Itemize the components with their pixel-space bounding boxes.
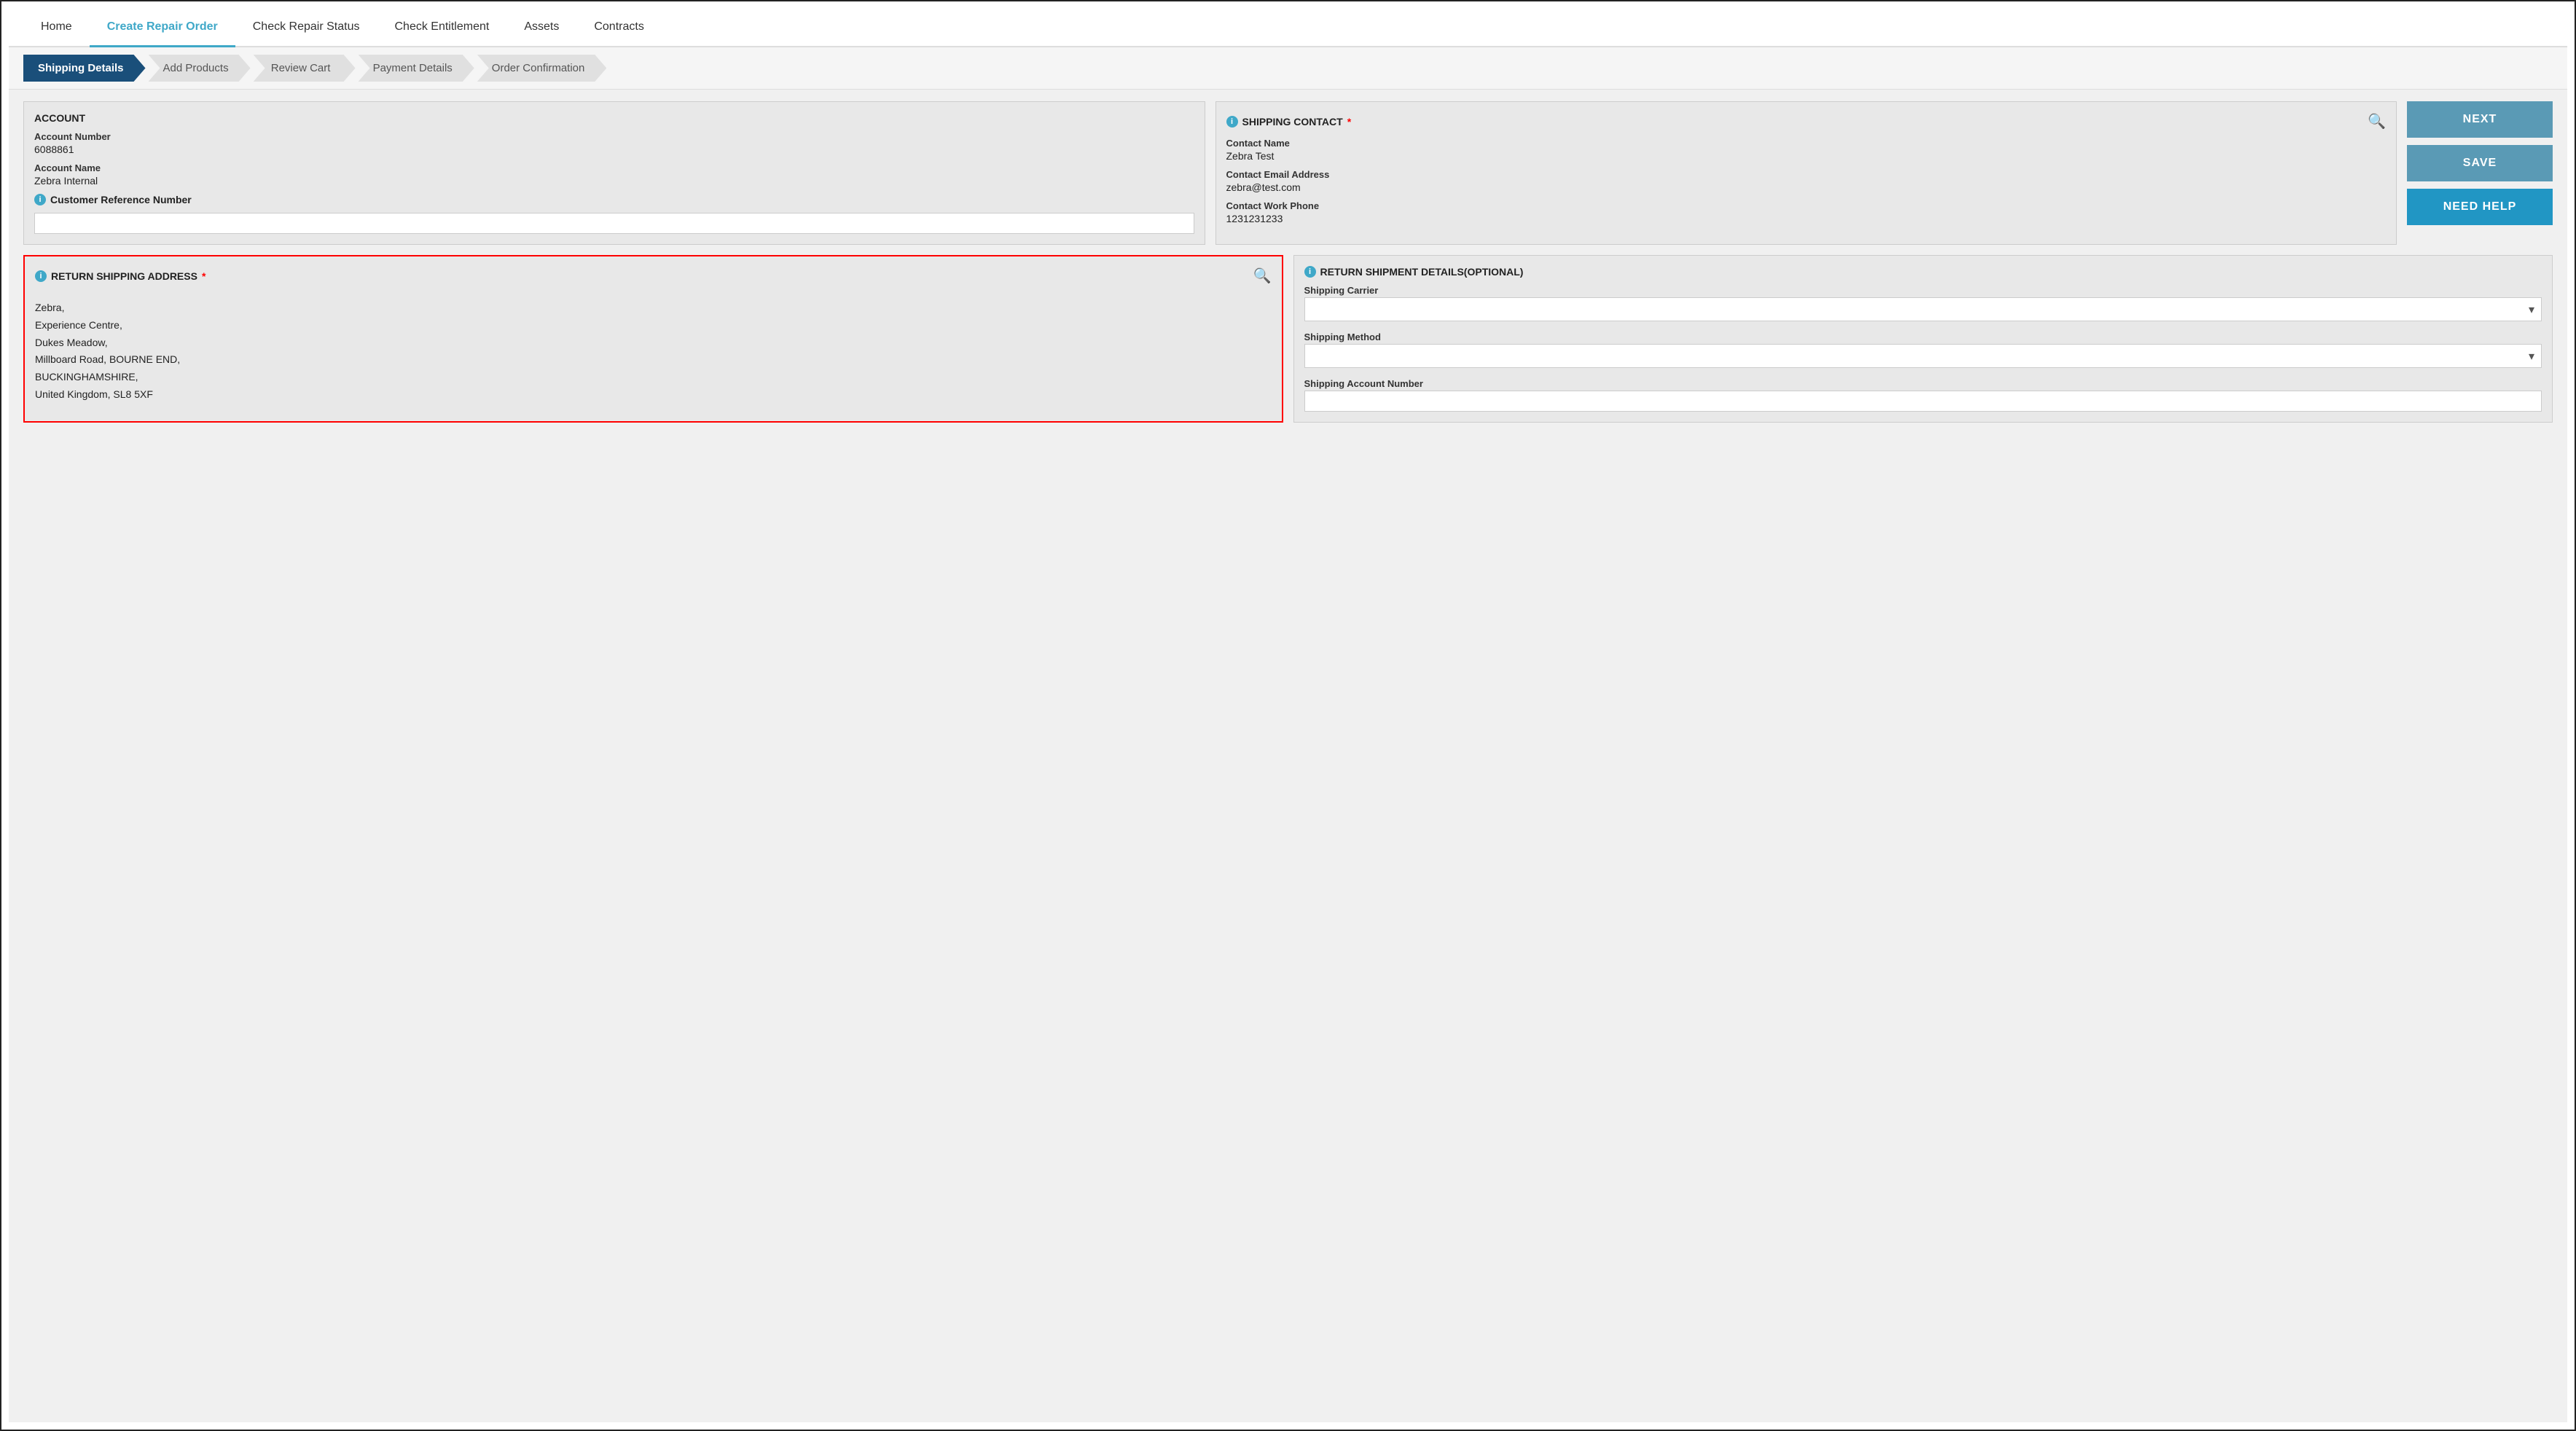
step-shipping-details[interactable]: Shipping Details xyxy=(23,55,146,82)
return-address-required: * xyxy=(202,270,205,282)
account-section-title: ACCOUNT xyxy=(34,112,1194,124)
shipping-carrier-select-wrap xyxy=(1304,297,2542,321)
nav-create-repair-order[interactable]: Create Repair Order xyxy=(90,9,235,47)
shipping-method-select-wrap xyxy=(1304,344,2542,368)
step-payment-details[interactable]: Payment Details xyxy=(359,55,474,82)
step-order-confirmation[interactable]: Order Confirmation xyxy=(477,55,607,82)
return-shipping-address-card: i RETURN SHIPPING ADDRESS * 🔍 Zebra, Exp… xyxy=(23,255,1283,423)
bottom-row: i RETURN SHIPPING ADDRESS * 🔍 Zebra, Exp… xyxy=(23,255,2553,423)
save-button[interactable]: SAVE xyxy=(2407,145,2553,181)
nav-assets[interactable]: Assets xyxy=(506,9,576,47)
return-shipment-info-icon: i xyxy=(1304,266,1316,278)
shipping-carrier-label: Shipping Carrier xyxy=(1304,285,2542,296)
shipping-contact-info-icon: i xyxy=(1226,116,1238,128)
return-shipment-title: i RETURN SHIPMENT DETAILS(OPTIONAL) xyxy=(1304,266,2542,278)
need-help-button[interactable]: NEED HELP xyxy=(2407,189,2553,225)
shipping-account-number-label: Shipping Account Number xyxy=(1304,378,2542,389)
return-address-info-icon: i xyxy=(35,270,47,282)
shipping-contact-search-icon[interactable]: 🔍 xyxy=(2368,112,2386,130)
contact-name-label: Contact Name xyxy=(1226,138,2387,149)
contact-phone-label: Contact Work Phone xyxy=(1226,200,2387,211)
customer-ref-info-icon: i xyxy=(34,194,46,205)
nav-contracts[interactable]: Contracts xyxy=(576,9,661,47)
shipping-contact-label: SHIPPING CONTACT xyxy=(1242,116,1343,128)
top-row: ACCOUNT Account Number 6088861 Account N… xyxy=(23,101,2553,245)
shipping-contact-title: i SHIPPING CONTACT * 🔍 xyxy=(1226,112,2387,130)
contact-name-value: Zebra Test xyxy=(1226,150,2387,162)
shipping-contact-card: i SHIPPING CONTACT * 🔍 Contact Name Zebr… xyxy=(1215,101,2397,245)
contact-phone-value: 1231231233 xyxy=(1226,213,2387,224)
action-buttons-panel: NEXT SAVE NEED HELP xyxy=(2407,101,2553,245)
account-number-label: Account Number xyxy=(34,131,1194,142)
step-bar: Shipping Details Add Products Review Car… xyxy=(9,47,2567,90)
return-address-title: i RETURN SHIPPING ADDRESS * 🔍 xyxy=(35,267,1272,285)
return-shipment-label: RETURN SHIPMENT DETAILS(OPTIONAL) xyxy=(1320,266,1524,278)
nav-home[interactable]: Home xyxy=(23,9,90,47)
step-add-products[interactable]: Add Products xyxy=(149,55,251,82)
shipping-account-number-input[interactable] xyxy=(1304,391,2542,412)
return-address-label: RETURN SHIPPING ADDRESS xyxy=(51,270,197,282)
account-number-value: 6088861 xyxy=(34,144,1194,155)
customer-ref-input[interactable] xyxy=(34,213,1194,234)
next-button[interactable]: NEXT xyxy=(2407,101,2553,138)
shipping-method-select[interactable] xyxy=(1304,344,2542,368)
account-card: ACCOUNT Account Number 6088861 Account N… xyxy=(23,101,1205,245)
return-address-search-icon[interactable]: 🔍 xyxy=(1253,267,1272,285)
shipping-carrier-select[interactable] xyxy=(1304,297,2542,321)
return-shipment-details-card: i RETURN SHIPMENT DETAILS(OPTIONAL) Ship… xyxy=(1293,255,2553,423)
shipping-method-label: Shipping Method xyxy=(1304,332,2542,342)
contact-email-value: zebra@test.com xyxy=(1226,181,2387,193)
return-address-text: Zebra, Experience Centre, Dukes Meadow, … xyxy=(35,292,1272,411)
customer-ref-label: Customer Reference Number xyxy=(50,194,192,205)
shipping-contact-required: * xyxy=(1347,116,1351,128)
nav-check-entitlement[interactable]: Check Entitlement xyxy=(377,9,506,47)
customer-ref-label-wrap: i Customer Reference Number xyxy=(34,194,1194,205)
step-review-cart[interactable]: Review Cart xyxy=(254,55,356,82)
account-name-label: Account Name xyxy=(34,162,1194,173)
main-content: ACCOUNT Account Number 6088861 Account N… xyxy=(9,90,2567,1422)
account-name-value: Zebra Internal xyxy=(34,175,1194,187)
top-navigation: Home Create Repair Order Check Repair St… xyxy=(9,9,2567,47)
contact-email-label: Contact Email Address xyxy=(1226,169,2387,180)
nav-check-repair-status[interactable]: Check Repair Status xyxy=(235,9,377,47)
